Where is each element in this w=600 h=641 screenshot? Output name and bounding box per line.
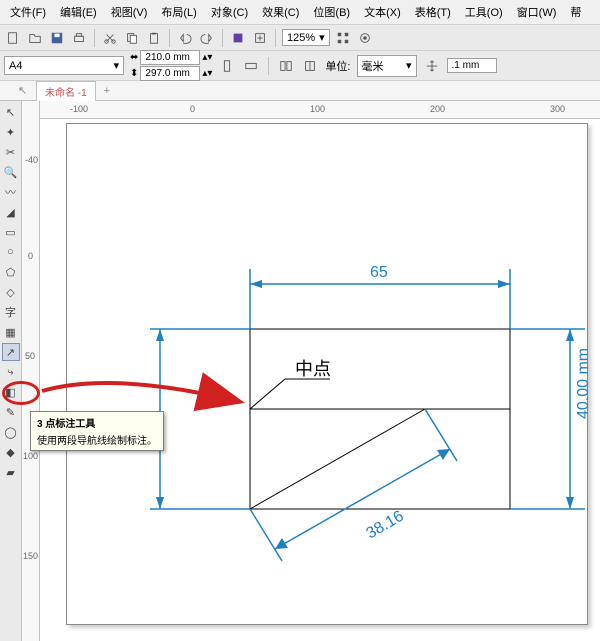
tooltip-description: 使用两段导航线绘制标注。 [37,432,157,447]
units-dropdown[interactable]: 毫米 ▾ [357,55,417,77]
menu-tools[interactable]: 工具(O) [459,2,509,22]
page-layout-icon[interactable] [277,57,295,75]
interactive-fill-tool[interactable]: ▰ [2,463,20,481]
width-icon: ⬌ [130,52,138,63]
table-tool[interactable]: ▦ [2,323,20,341]
freehand-tool[interactable]: 〰 [2,183,20,201]
page-dimensions: ⬌210.0 mm▴▾ ⬍297.0 mm▴▾ [130,50,212,81]
save-icon[interactable] [48,29,66,47]
tool-tooltip: 3 点标注工具 使用两段导航线绘制标注。 [30,411,164,451]
redo-icon[interactable] [198,29,216,47]
separator [169,29,170,47]
nudge-icon[interactable] [423,57,441,75]
height-icon: ⬍ [130,68,138,79]
spinner-icon[interactable]: ▴▾ [202,68,212,79]
dimension-tool[interactable]: ↗ [2,343,20,361]
options-icon[interactable] [356,29,374,47]
cut-icon[interactable] [101,29,119,47]
shape-tool[interactable]: ✦ [2,123,20,141]
top-dimension-text: 65 [370,264,388,281]
zoom-tool[interactable]: 🔍 [2,163,20,181]
pick-cursor-icon: ↖ [18,84,32,98]
basic-shapes-tool[interactable]: ◇ [2,283,20,301]
paper-size-value: A4 [9,60,22,72]
nudge-distance[interactable]: .1 mm [447,58,497,73]
separator [275,29,276,47]
new-tab-button[interactable]: + [96,83,118,99]
new-icon[interactable] [4,29,22,47]
smart-fill-tool[interactable]: ◢ [2,203,20,221]
paper-size-dropdown[interactable]: A4 ▾ [4,56,124,75]
undo-icon[interactable] [176,29,194,47]
menu-edit[interactable]: 编辑(E) [54,2,103,22]
horizontal-ruler: -100 0 100 200 300 [40,101,600,119]
page-layout2-icon[interactable] [301,57,319,75]
copy-icon[interactable] [123,29,141,47]
document-tab[interactable]: 未命名 -1 [36,81,96,101]
page-height[interactable]: 297.0 mm [140,66,200,81]
chevron-down-icon: ▾ [319,31,325,44]
menu-window[interactable]: 窗口(W) [511,2,563,22]
separator [94,29,95,47]
pick-tool[interactable]: ↖ [2,103,20,121]
separator [222,29,223,47]
menu-table[interactable]: 表格(T) [409,2,457,22]
open-icon[interactable] [26,29,44,47]
menu-bitmap[interactable]: 位图(B) [307,2,356,22]
print-icon[interactable] [70,29,88,47]
menu-text[interactable]: 文本(X) [358,2,407,22]
chevron-down-icon: ▾ [406,59,412,72]
import-icon[interactable] [229,29,247,47]
callout-text: 中点 [295,359,331,379]
zoom-level[interactable]: 125% ▾ [282,29,330,46]
portrait-icon[interactable] [218,57,236,75]
connector-tool[interactable]: ⤷ [2,363,20,381]
eyedropper-tool[interactable]: ✎ [2,403,20,421]
menu-object[interactable]: 对象(C) [205,2,254,22]
units-value: 毫米 [362,58,384,74]
landscape-icon[interactable] [242,57,260,75]
menu-layout[interactable]: 布局(L) [155,2,202,22]
ellipse-tool[interactable]: ○ [2,243,20,261]
units-label: 单位: [325,58,350,74]
menu-view[interactable]: 视图(V) [105,2,154,22]
diagonal-dimension-text: 38.16 [364,508,407,543]
outline-tool[interactable]: ◯ [2,423,20,441]
paste-icon[interactable] [145,29,163,47]
toolbox: ↖ ✦ ✂ 🔍 〰 ◢ ▭ ○ ⬠ ◇ 字 ▦ ↗ ⤷ ◧ ✎ ◯ ◆ ▰ [0,101,22,641]
chevron-down-icon: ▾ [113,59,119,72]
fill-tool[interactable]: ◆ [2,443,20,461]
zoom-value: 125% [287,32,315,44]
text-tool[interactable]: 字 [2,303,20,321]
menu-file[interactable]: 文件(F) [4,2,52,22]
menu-effects[interactable]: 效果(C) [256,2,305,22]
polygon-tool[interactable]: ⬠ [2,263,20,281]
export-icon[interactable] [251,29,269,47]
crop-tool[interactable]: ✂ [2,143,20,161]
spinner-icon[interactable]: ▴▾ [202,52,212,63]
tab-title: 未命名 -1 [45,84,87,99]
rectangle-tool[interactable]: ▭ [2,223,20,241]
separator [268,57,269,75]
right-dimension-text: 40.00 mm [575,348,592,419]
menu-help[interactable]: 帮 [564,2,587,22]
snap-icon[interactable] [334,29,352,47]
tooltip-title: 3 点标注工具 [37,415,157,430]
page-width[interactable]: 210.0 mm [140,50,200,65]
